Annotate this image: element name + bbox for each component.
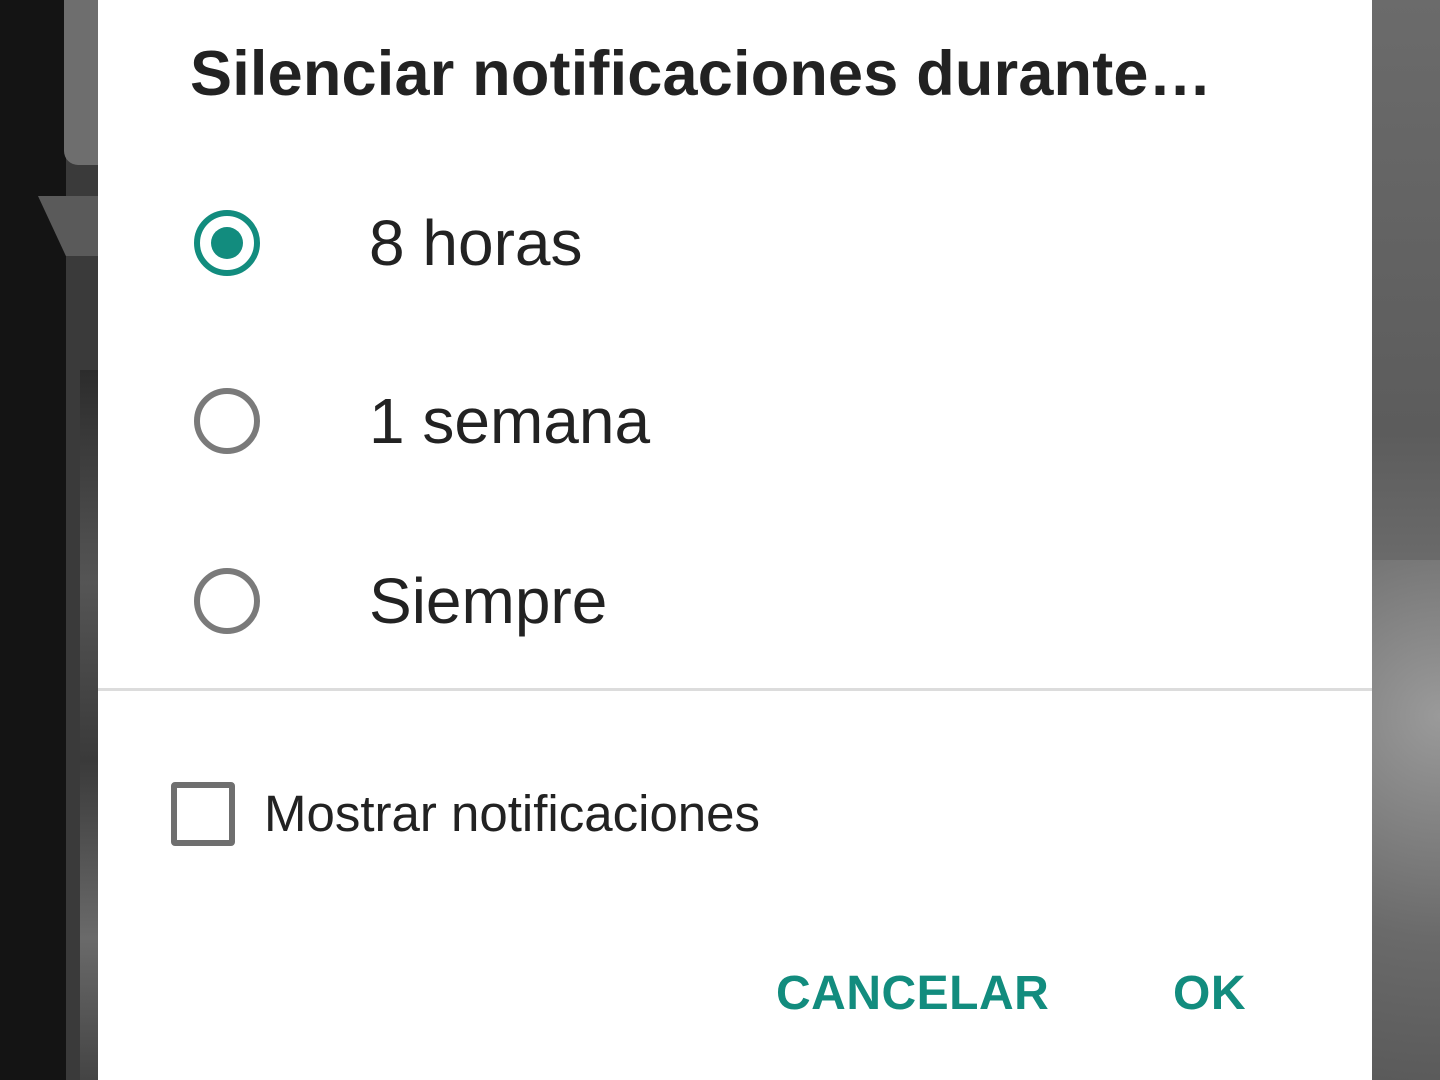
mute-notifications-dialog: Silenciar notificaciones durante… 8 hora… <box>98 0 1372 1080</box>
option-8-hours[interactable]: 8 horas <box>98 163 1372 323</box>
show-notifications-label: Mostrar notificaciones <box>264 785 761 842</box>
background-image-shade <box>1370 560 1440 1080</box>
option-label: 8 horas <box>369 207 583 279</box>
divider <box>98 688 1372 691</box>
ok-button[interactable]: OK <box>1165 956 1254 1032</box>
option-label: Siempre <box>369 565 608 637</box>
radio-button-unchecked-icon[interactable] <box>194 388 260 454</box>
checkbox-unchecked-icon[interactable] <box>171 782 235 846</box>
radio-button-unchecked-icon[interactable] <box>194 568 260 634</box>
cancel-button[interactable]: CANCELAR <box>768 956 1057 1032</box>
radio-button-checked-icon[interactable] <box>194 210 260 276</box>
option-label: 1 semana <box>369 385 651 457</box>
show-notifications-toggle[interactable]: Mostrar notificaciones <box>98 760 1372 870</box>
background-photo <box>80 370 100 1080</box>
dialog-title: Silenciar notificaciones durante… <box>190 39 1212 109</box>
option-1-week[interactable]: 1 semana <box>98 341 1372 501</box>
screen: Silenciar notificaciones durante… 8 hora… <box>0 0 1440 1080</box>
option-always[interactable]: Siempre <box>98 521 1372 681</box>
